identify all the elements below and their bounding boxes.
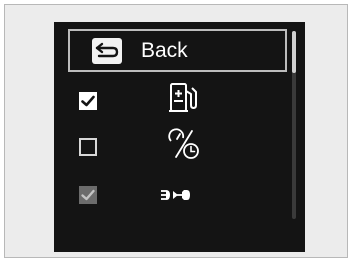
back-menu-item[interactable]: Back <box>68 29 287 72</box>
fuel-economy-icon <box>166 81 200 120</box>
display-screen: Back <box>54 22 305 252</box>
headlight-indicator-icon <box>160 188 194 207</box>
back-arrow-icon <box>92 38 122 64</box>
scrollbar-thumb[interactable] <box>292 31 296 73</box>
back-label: Back <box>141 39 188 62</box>
menu-item-fuel-economy[interactable] <box>54 80 290 120</box>
figure-frame: Back <box>4 4 348 258</box>
menu-item-speed-time[interactable] <box>54 128 290 175</box>
menu-item-headlight[interactable] <box>54 175 290 215</box>
checkbox-unchecked[interactable] <box>79 138 97 156</box>
checkbox-checked[interactable] <box>79 92 97 110</box>
checkbox-checked-disabled <box>79 186 97 204</box>
speed-time-icon <box>167 127 201 166</box>
